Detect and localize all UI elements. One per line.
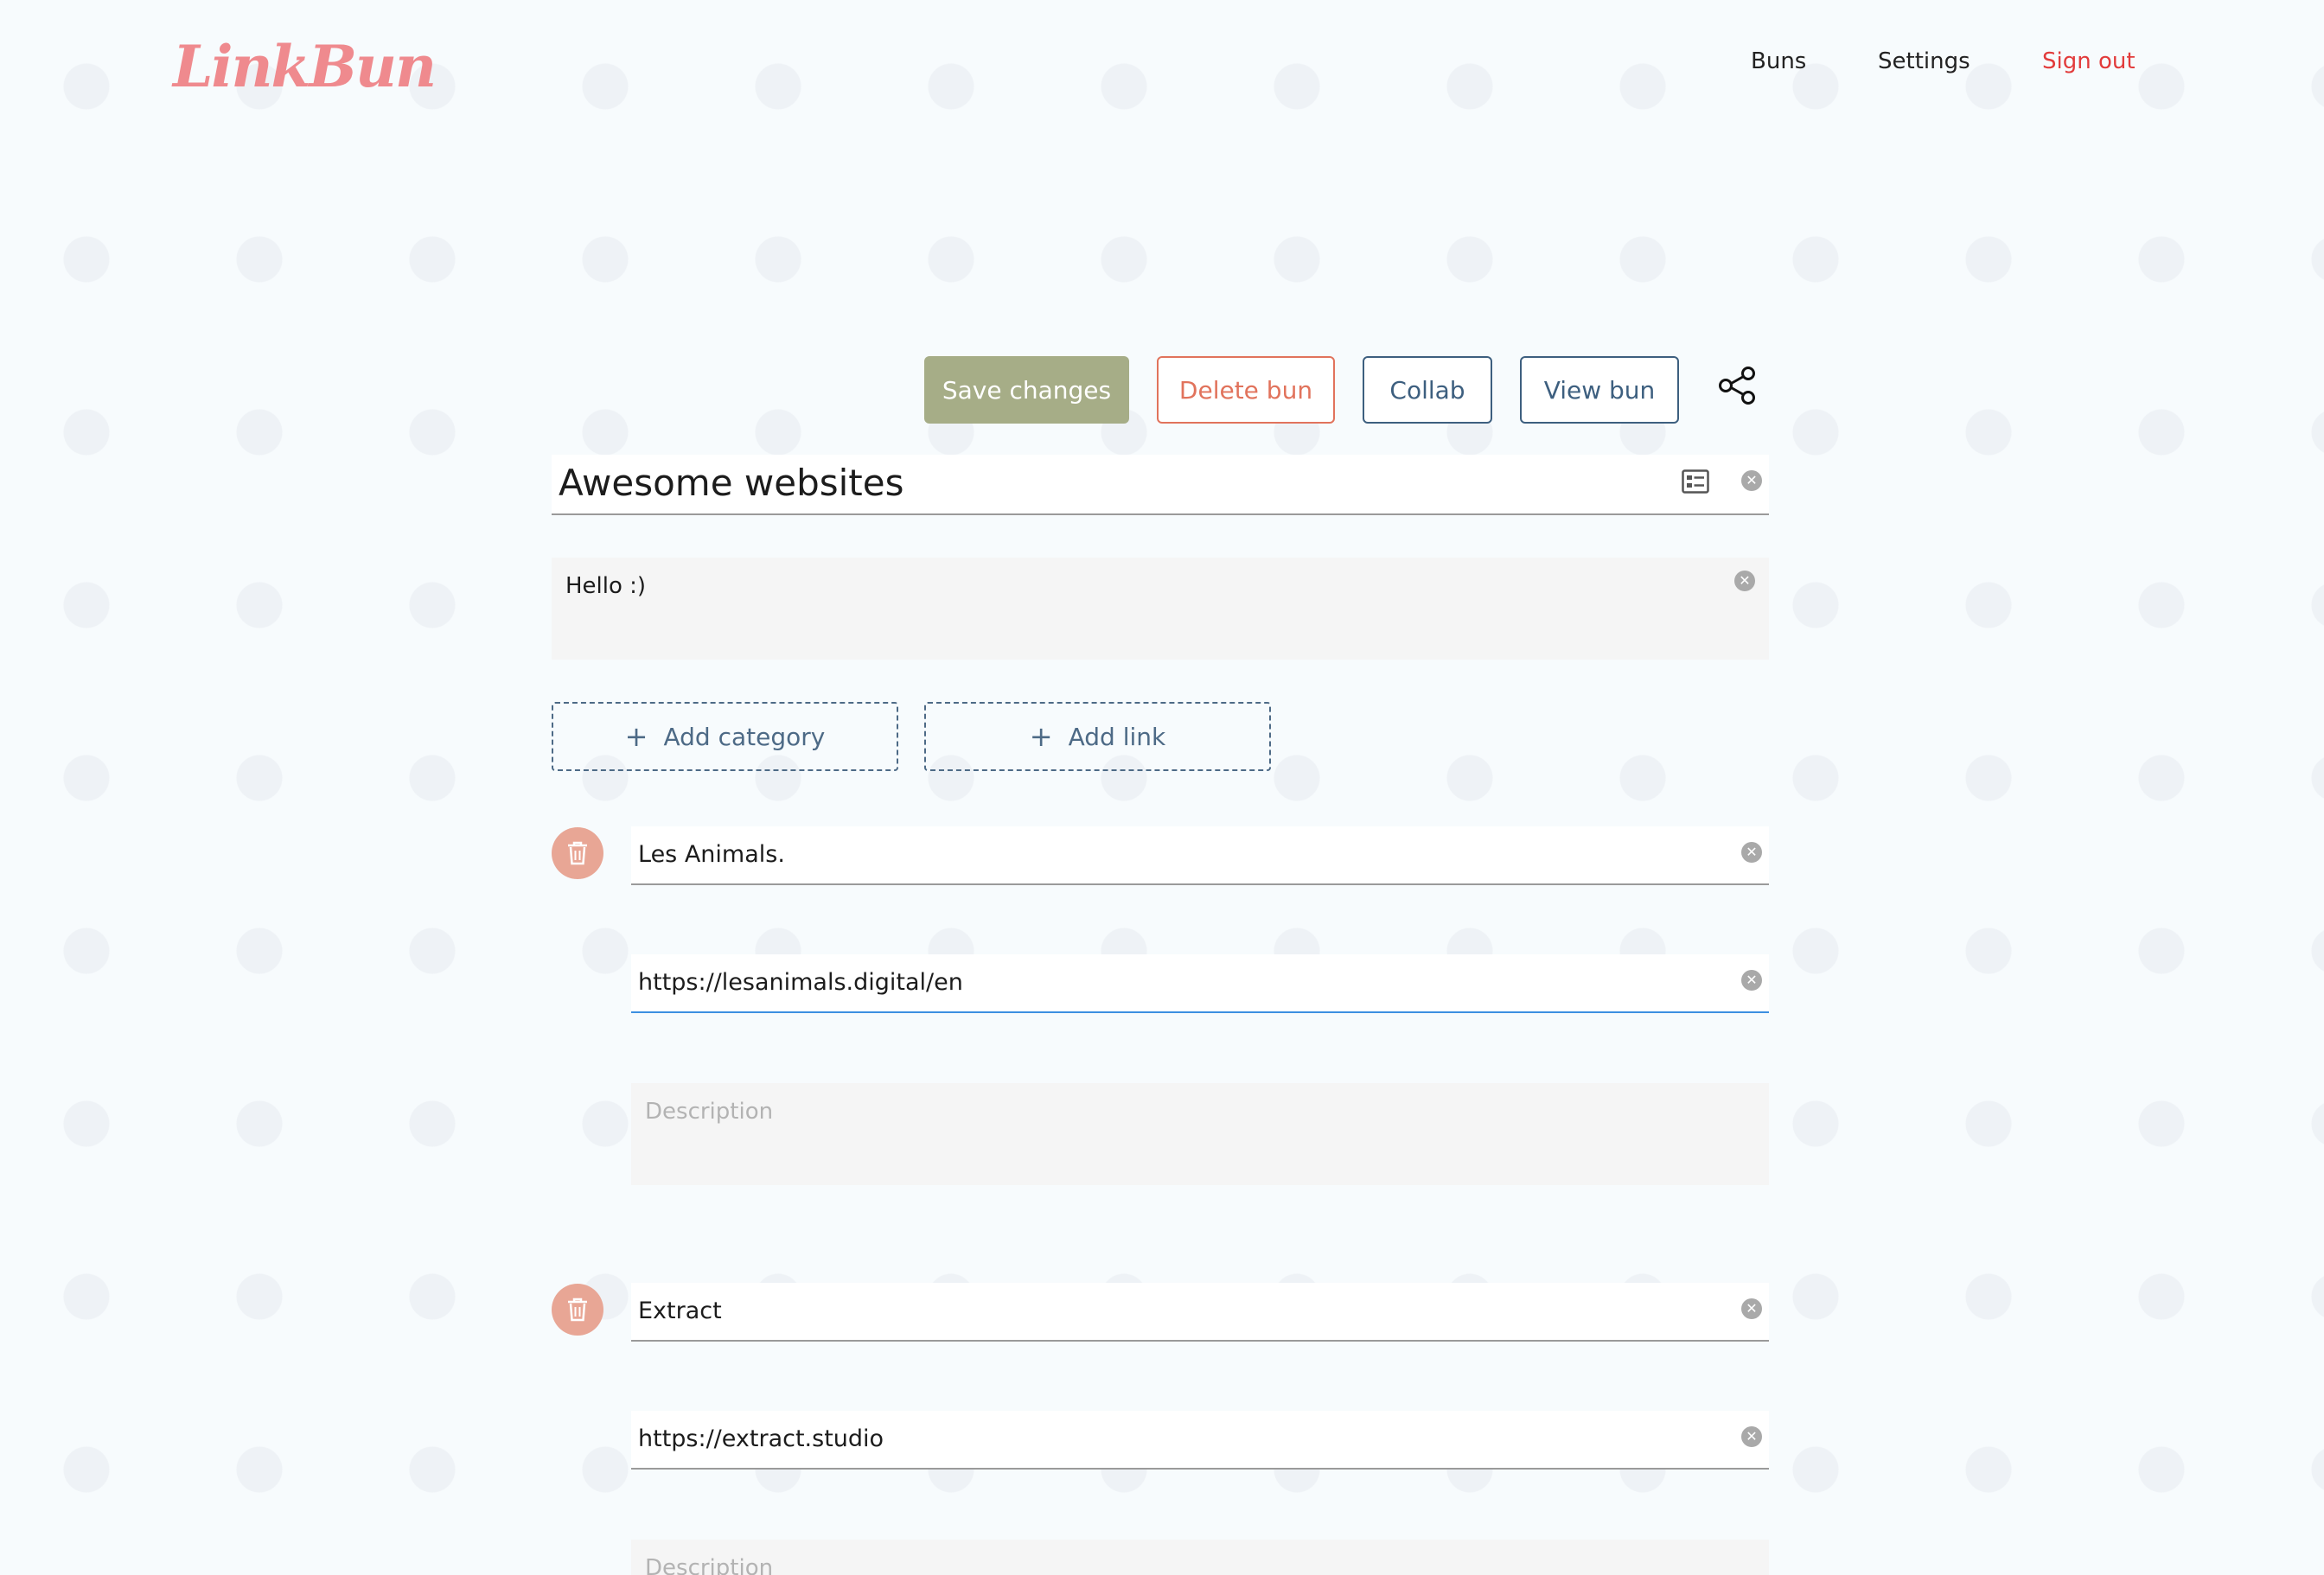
nav-sign-out-link[interactable]: Sign out	[2042, 48, 2136, 74]
add-category-button[interactable]: + Add category	[552, 702, 898, 771]
trash-icon	[568, 1298, 587, 1322]
link-url-text: https://extract.studio	[638, 1425, 884, 1452]
link-url-field[interactable]: https://extract.studio	[631, 1411, 1769, 1470]
clear-link-url-icon[interactable]: ✕	[1741, 1426, 1762, 1447]
nav-buns-link[interactable]: Buns	[1751, 48, 1806, 74]
plus-icon: +	[1029, 720, 1053, 753]
bun-title-text: Awesome websites	[559, 462, 904, 504]
bun-title-field[interactable]: Awesome websites	[552, 455, 1769, 515]
add-link-button[interactable]: + Add link	[924, 702, 1271, 771]
link-description-field[interactable]: Description	[631, 1540, 1769, 1575]
link-url-text: https://lesanimals.digital/en	[638, 969, 963, 996]
view-bun-button[interactable]: View bun	[1520, 356, 1679, 424]
nav-settings-link[interactable]: Settings	[1878, 48, 1970, 74]
link-title-field[interactable]: Extract	[631, 1283, 1769, 1342]
link-title-text: Extract	[638, 1298, 722, 1324]
clear-link-title-icon[interactable]: ✕	[1741, 842, 1762, 863]
list-layout-icon[interactable]	[1682, 469, 1709, 494]
delete-link-button[interactable]	[552, 827, 603, 879]
clear-description-icon[interactable]: ✕	[1734, 571, 1755, 591]
clear-link-title-icon[interactable]: ✕	[1741, 1298, 1762, 1319]
delete-link-button[interactable]	[552, 1284, 603, 1336]
link-description-field[interactable]: Description	[631, 1083, 1769, 1185]
bun-description-field[interactable]: Hello :)	[552, 558, 1769, 660]
logo[interactable]: LinkBun	[173, 33, 437, 100]
delete-bun-button[interactable]: Delete bun	[1157, 356, 1335, 424]
share-icon[interactable]	[1717, 366, 1757, 405]
link-description-placeholder: Description	[645, 1555, 774, 1575]
bun-description-text: Hello :)	[565, 573, 647, 599]
link-url-field[interactable]: https://lesanimals.digital/en	[631, 954, 1769, 1013]
collab-button[interactable]: Collab	[1363, 356, 1492, 424]
link-title-text: Les Animals.	[638, 841, 785, 868]
clear-title-icon[interactable]: ✕	[1741, 470, 1762, 491]
add-link-label: Add link	[1068, 722, 1166, 751]
plus-icon: +	[624, 720, 648, 753]
clear-link-url-icon[interactable]: ✕	[1741, 970, 1762, 991]
link-title-field[interactable]: Les Animals.	[631, 826, 1769, 885]
add-category-label: Add category	[663, 722, 826, 751]
link-description-placeholder: Description	[645, 1099, 774, 1125]
save-changes-button[interactable]: Save changes	[924, 356, 1129, 424]
trash-icon	[568, 841, 587, 865]
